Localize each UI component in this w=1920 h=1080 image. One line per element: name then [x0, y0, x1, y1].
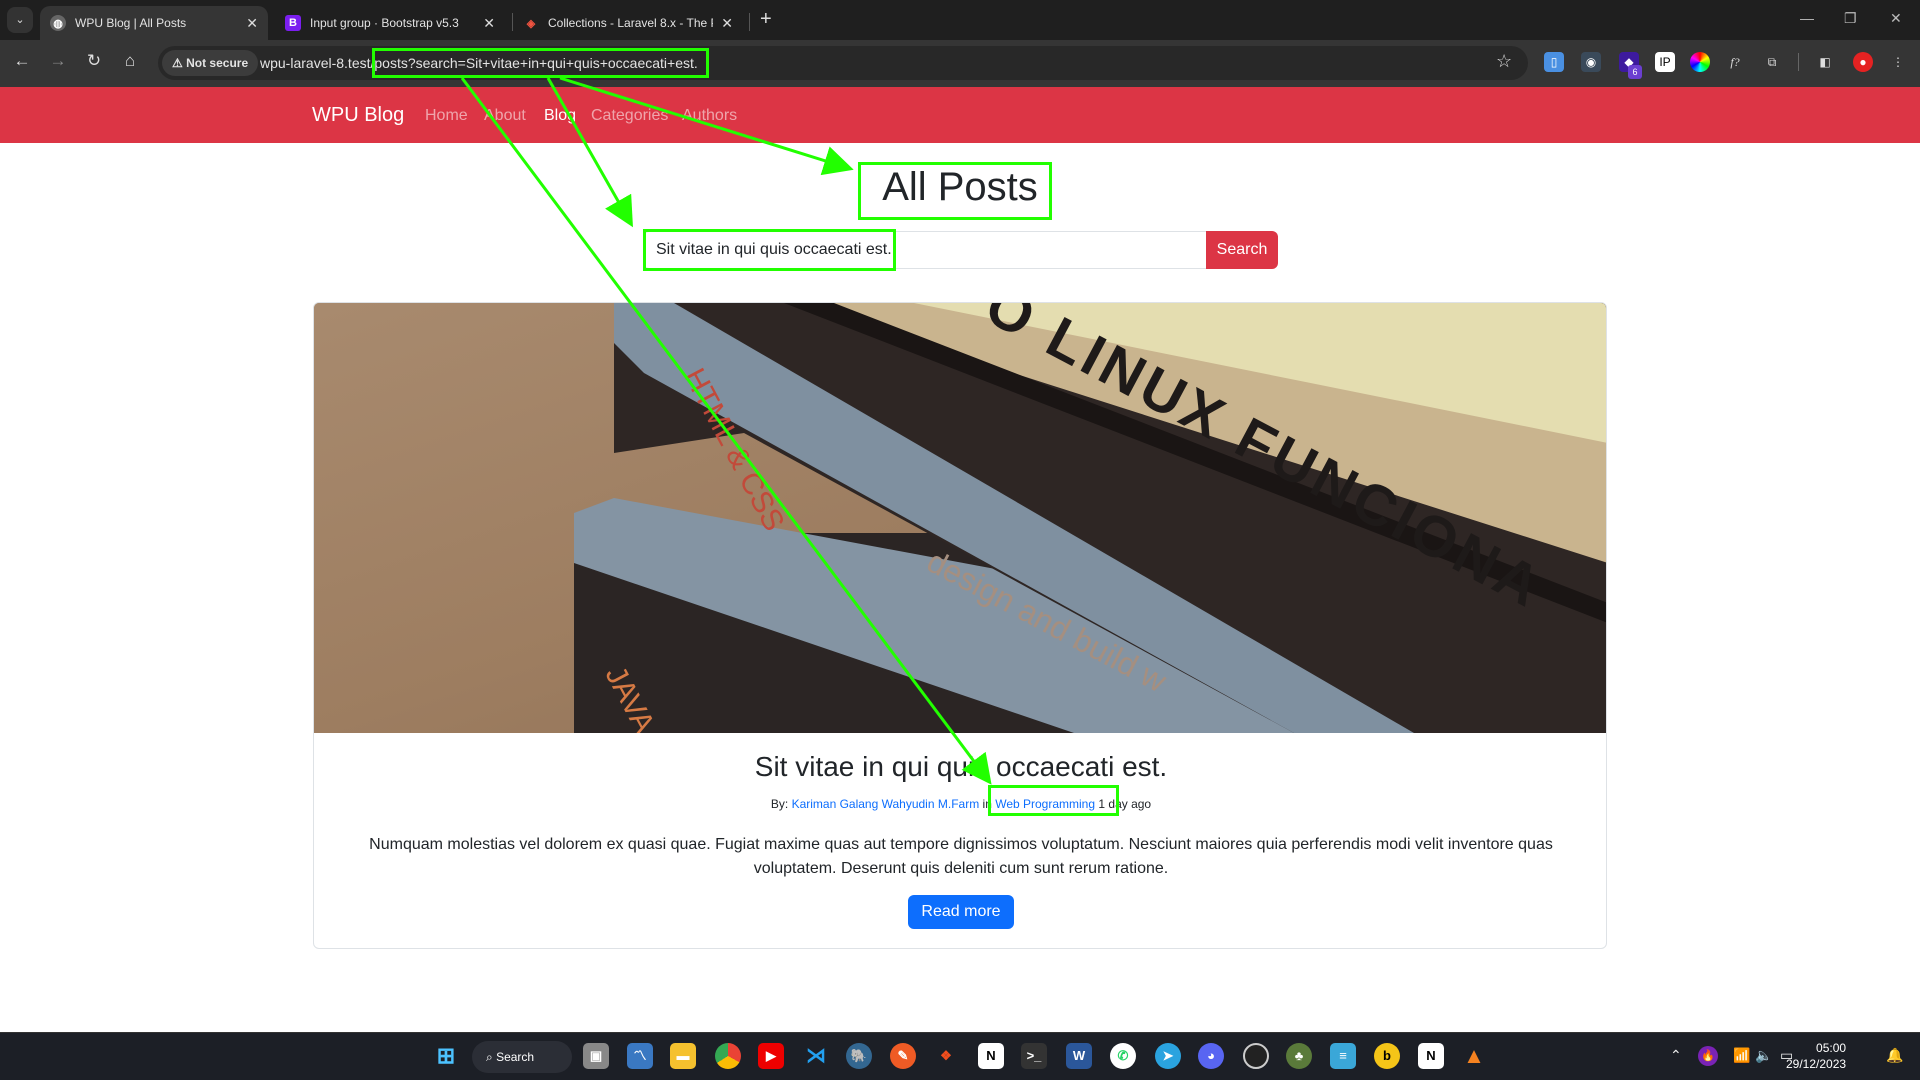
annotation-title-box — [858, 162, 1052, 220]
new-tab-button[interactable]: + — [760, 8, 772, 31]
bootstrap-icon: B — [285, 15, 301, 31]
chevron-down-icon: ⌄ — [15, 14, 25, 26]
tab-wpu-blog[interactable]: ◍ WPU Blog | All Posts ✕ — [40, 6, 268, 40]
bookmark-star-icon[interactable]: ☆ — [1496, 51, 1512, 72]
figma-icon[interactable]: ❖ — [933, 1043, 959, 1069]
navbar-brand[interactable]: WPU Blog — [312, 104, 404, 127]
menu-kebab-icon[interactable]: ⋮ — [1888, 52, 1908, 72]
tree-app-icon[interactable]: ♣ — [1286, 1043, 1312, 1069]
notepad-icon[interactable]: ≡ — [1330, 1043, 1356, 1069]
nav-link-blog[interactable]: Blog — [544, 107, 576, 125]
postman-icon[interactable]: ✎ — [890, 1043, 916, 1069]
vscode-icon[interactable]: ⋊ — [803, 1043, 829, 1069]
globe-icon: ◍ — [50, 15, 66, 31]
task-manager-icon[interactable]: 〽 — [627, 1043, 653, 1069]
extension-copy-icon[interactable]: ▯ — [1544, 52, 1564, 72]
security-label: Not secure — [186, 56, 249, 70]
url-host: wpu-laravel-8.test — [260, 55, 371, 71]
toolbar-divider — [1798, 53, 1799, 71]
tab-bootstrap[interactable]: B Input group · Bootstrap v5.3 ✕ — [275, 6, 505, 40]
address-bar[interactable]: ⚠ Not secure wpu-laravel-8.test/posts?se… — [158, 46, 1528, 80]
tab-divider — [749, 13, 750, 31]
warning-icon: ⚠ — [172, 56, 183, 70]
tab-title: Input group · Bootstrap v5.3 — [310, 16, 459, 30]
window-close-icon[interactable]: ✕ — [1890, 10, 1902, 27]
back-icon[interactable]: ← — [10, 51, 34, 71]
telegram-icon[interactable]: ➤ — [1155, 1043, 1181, 1069]
browser-toolbar: ← → ↻ ⌂ ⚠ Not secure wpu-laravel-8.test/… — [0, 40, 1920, 87]
annotation-search-box — [643, 229, 896, 271]
tab-search-button[interactable]: ⌄ — [7, 7, 33, 33]
by-label: By: — [770, 797, 789, 811]
annotation-category-box — [988, 785, 1119, 816]
post-card: O LINUX FUNCIONA HTML & CSS design and b… — [313, 302, 1607, 949]
search-button[interactable]: Search — [1206, 231, 1278, 269]
search-icon: ⌕ — [486, 1050, 497, 1064]
word-icon[interactable]: W — [1066, 1043, 1092, 1069]
tab-title: Collections - Laravel 8.x - The P — [548, 16, 714, 30]
notification-bell-icon[interactable]: 🔔 — [1886, 1047, 1903, 1064]
author-link[interactable]: Kariman Galang Wahyudin M.Farm — [792, 797, 980, 811]
home-icon[interactable]: ⌂ — [118, 51, 142, 71]
discord-icon[interactable]: ◕ — [1198, 1043, 1224, 1069]
security-indicator[interactable]: ⚠ Not secure — [162, 50, 259, 76]
file-explorer-icon[interactable]: ▬ — [670, 1043, 696, 1069]
tab-laravel[interactable]: ◈ Collections - Laravel 8.x - The P ✕ — [513, 6, 743, 40]
annotation-url-box — [372, 48, 709, 78]
notion-icon[interactable]: N — [1418, 1043, 1444, 1069]
notion-icon[interactable]: N — [978, 1043, 1004, 1069]
close-icon[interactable]: ✕ — [246, 15, 258, 32]
tray-app-icon[interactable]: 🔥 — [1698, 1046, 1718, 1066]
nav-link-authors[interactable]: Authors — [682, 107, 737, 125]
minimize-icon[interactable]: — — [1800, 10, 1814, 26]
clock-date: 29/12/2023 — [1786, 1057, 1847, 1071]
browser-tab-bar: ⌄ ◍ WPU Blog | All Posts ✕ B Input group… — [0, 0, 1920, 40]
extension-color-picker-icon[interactable] — [1690, 52, 1710, 72]
clock-time: 05:00 — [1816, 1041, 1847, 1055]
post-meta: By: Kariman Galang Wahyudin M.Farm in We… — [314, 797, 1606, 811]
laravel-icon: ◈ — [526, 17, 536, 30]
forward-icon[interactable]: → — [46, 51, 70, 71]
nav-link-about[interactable]: About — [484, 107, 526, 125]
vlc-icon[interactable]: ▲ — [1461, 1043, 1487, 1069]
extension-badge: 6 — [1628, 65, 1642, 79]
profile-avatar[interactable]: ● — [1853, 52, 1873, 72]
read-more-button[interactable]: Read more — [908, 895, 1014, 929]
extension-ip-icon[interactable]: IP — [1655, 52, 1675, 72]
bandicam-icon[interactable]: b — [1374, 1043, 1400, 1069]
windows-taskbar: ⊞ ⌕ Search ▣ 〽 ▬ ▶ ⋊ 🐘 ✎ ❖ N >_ W ✆ ➤ ◕ … — [0, 1032, 1920, 1080]
task-view-icon[interactable]: ▣ — [583, 1043, 609, 1069]
nav-link-home[interactable]: Home — [425, 107, 468, 125]
extension-font-icon[interactable]: f? — [1725, 52, 1745, 72]
taskbar-search[interactable]: ⌕ Search — [472, 1041, 572, 1073]
obs-icon[interactable] — [1243, 1043, 1269, 1069]
post-excerpt: Numquam molestias vel dolorem ex quasi q… — [369, 836, 1553, 877]
extensions-puzzle-icon[interactable]: ⧉ — [1762, 52, 1782, 72]
site-navbar: WPU Blog Home About Blog Categories Auth… — [0, 87, 1920, 143]
reload-icon[interactable]: ↻ — [82, 51, 106, 71]
tray-overflow-icon[interactable]: ⌃ — [1670, 1047, 1682, 1064]
whatsapp-icon[interactable]: ✆ — [1110, 1043, 1136, 1069]
volume-icon[interactable]: 🔈 — [1755, 1047, 1772, 1064]
extension-mask-icon[interactable]: ◉ — [1581, 52, 1601, 72]
chrome-icon[interactable] — [715, 1043, 741, 1069]
pgadmin-icon[interactable]: 🐘 — [846, 1043, 872, 1069]
youtube-icon[interactable]: ▶ — [758, 1043, 784, 1069]
taskbar-search-label: Search — [496, 1050, 535, 1064]
close-icon[interactable]: ✕ — [483, 15, 495, 32]
terminal-icon[interactable]: >_ — [1021, 1043, 1047, 1069]
windows-start-icon[interactable]: ⊞ — [433, 1043, 459, 1069]
close-icon[interactable]: ✕ — [721, 15, 733, 32]
tab-title: WPU Blog | All Posts — [75, 16, 187, 30]
restore-icon[interactable]: ❐ — [1844, 10, 1857, 27]
post-image: O LINUX FUNCIONA HTML & CSS design and b… — [314, 303, 1606, 733]
post-card-body: Sit vitae in qui quis occaecati est. By:… — [314, 733, 1606, 929]
nav-link-categories[interactable]: Categories — [591, 107, 668, 125]
side-panel-icon[interactable]: ◧ — [1815, 52, 1835, 72]
post-title: Sit vitae in qui quis occaecati est. — [754, 751, 1168, 782]
taskbar-clock[interactable]: 05:00 29/12/2023 — [1786, 1040, 1846, 1072]
wifi-icon[interactable]: 📶 — [1733, 1047, 1750, 1064]
